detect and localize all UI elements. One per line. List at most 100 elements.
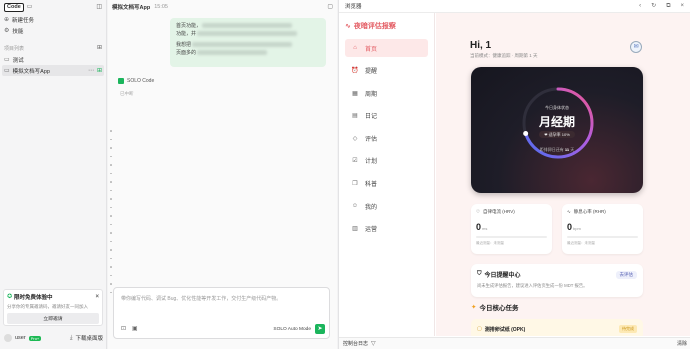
nav-item-8[interactable]: ▥ 运营 xyxy=(345,220,428,238)
avatar[interactable] xyxy=(4,334,12,342)
app-nav: ⌂ 首页 ⏰ 提醒 ▦ 周期 ▤ 日记 ◇ 评估 ☑ 计划 ❐ 科普 ☺ 我的 ▥ 运营 xyxy=(345,39,428,238)
project-name: 测试 xyxy=(12,57,24,64)
project-item[interactable]: ▭ 测试 xyxy=(0,54,106,65)
heart-icon: ♡ xyxy=(476,209,481,214)
sidebar-header: Code ▭ ◫ xyxy=(0,0,106,14)
blurred-text xyxy=(192,42,293,48)
folder-icon: ▭ xyxy=(4,67,10,74)
message-line: 功能，并 xyxy=(176,31,197,37)
blurred-text xyxy=(197,50,268,56)
projects-section-header: 项目列表 ⊞ xyxy=(0,42,106,54)
core-tasks-title: 今日核心任务 xyxy=(479,305,519,312)
pulse-icon: ∿ xyxy=(567,209,571,214)
mode-selector[interactable]: SOLO Auto Mode xyxy=(273,327,311,332)
new-task-button[interactable]: ⊕ 新建任务 xyxy=(0,14,106,25)
back-icon[interactable]: ‹ xyxy=(639,3,641,9)
calendar-icon: ▦ xyxy=(352,90,358,97)
agent-name: SOLO Code xyxy=(127,78,155,84)
rhr-unit: bpm xyxy=(573,226,581,231)
attach-icon[interactable]: ⊡ xyxy=(121,326,126,332)
chat-time: 15:05 xyxy=(154,3,168,10)
countdown-suffix: 天 xyxy=(570,147,575,152)
window-icon[interactable]: ▭ xyxy=(27,4,33,10)
console-log-tab[interactable]: 控制台日志 xyxy=(343,340,368,347)
download-desktop-link[interactable]: 下载桌面版 xyxy=(75,334,103,342)
user-bar: user Pro+ ⤓ 下载桌面版 xyxy=(0,331,107,345)
clear-console-button[interactable]: 清除 xyxy=(677,340,687,347)
reminder-center-card: ⛉ 今日提醒中心 去评估 尚未生成评估报告，建议进入评估页生成一份 MDT 报告… xyxy=(471,264,643,297)
user-name: user xyxy=(15,335,26,341)
diary-icon: ▤ xyxy=(352,113,358,120)
book-icon: ❐ xyxy=(352,181,358,188)
rhr-card[interactable]: ∿ 静息心率 (RHR) 0bpm 最近测量：未测量 xyxy=(562,204,643,254)
plus-circle-icon: ⊕ xyxy=(4,16,10,23)
hrv-title: 自律电流 (HRV) xyxy=(483,209,515,214)
app-brand: ∿ 夜暗评估报察 xyxy=(339,13,434,39)
browser-header: 浏览器 ‹ ↻ ⧉ × xyxy=(339,0,690,13)
skills-label: 技能 xyxy=(12,28,24,35)
sidebar: Code ▭ ◫ ⊕ 新建任务 ⚙ 技能 项目列表 ⊞ ▭ 测试 ▭ 模拟文档写… xyxy=(0,0,107,349)
chat-input-placeholder[interactable]: 带你编写代码、调试 Bug、优化性能等开发工作，交付生产级代码产物。 xyxy=(121,295,281,302)
scroll-dots xyxy=(110,130,112,300)
collapse-sidebar-icon[interactable]: ◫ xyxy=(96,4,102,10)
more-icon[interactable]: ⋯ xyxy=(88,68,94,74)
go-assess-button[interactable]: 去评估 xyxy=(615,270,637,279)
nav-item-7[interactable]: ☺ 我的 xyxy=(345,197,428,215)
message-line: 页面多的 xyxy=(176,50,197,56)
code-logo: Code xyxy=(4,2,24,12)
checkbox-icon[interactable]: ▢ xyxy=(477,326,482,332)
rhr-bar xyxy=(567,236,638,238)
nav-item-3[interactable]: ▤ 日记 xyxy=(345,107,428,125)
input-tools: ⊡ ▣ xyxy=(121,326,138,332)
send-button[interactable]: ➤ xyxy=(315,324,325,334)
chat-input-box[interactable]: 带你编写代码、调试 Bug、优化性能等开发工作，交付生产级代码产物。 ⊡ ▣ S… xyxy=(113,287,330,339)
filter-icon[interactable]: ▽ xyxy=(371,341,376,347)
nav-label: 我的 xyxy=(365,204,378,211)
refresh-icon[interactable]: ↻ xyxy=(651,3,656,9)
skills-icon: ⚙ xyxy=(4,27,10,34)
hrv-unit: ms xyxy=(482,226,488,231)
nav-item-5[interactable]: ☑ 计划 xyxy=(345,152,428,170)
reminder-title: 今日提醒中心 xyxy=(484,273,521,279)
nav-item-6[interactable]: ❐ 科普 xyxy=(345,175,428,193)
close-icon[interactable]: × xyxy=(680,3,684,9)
nav-item-2[interactable]: ▦ 周期 xyxy=(345,84,428,102)
chat-header: 模拟文档写App 15:05 ▢ xyxy=(108,0,337,13)
alarm-icon: ⏰ xyxy=(351,68,359,75)
brand-name: 夜暗评估报察 xyxy=(353,23,396,30)
new-chat-icon[interactable]: ⊞ xyxy=(97,68,102,74)
nav-label: 科普 xyxy=(365,182,378,189)
plan-icon: ☑ xyxy=(352,158,358,165)
add-folder-icon[interactable]: ⊞ xyxy=(97,45,102,51)
nav-label: 周期 xyxy=(365,91,378,98)
projects-section-label: 项目列表 xyxy=(4,45,25,52)
countdown-prefix: 距排卵日还有 xyxy=(539,147,564,152)
nav-label: 提醒 xyxy=(365,69,378,76)
hrv-card[interactable]: ♡ 自律电流 (HRV) 0ms 最近测量：未测量 xyxy=(471,204,552,254)
user-message: 首页功能， 功能，并 我想把 页面多的 xyxy=(170,18,326,67)
browser-panel: 浏览器 ‹ ↻ ⧉ × ∿ 夜暗评估报察 ⌂ 首页 ⏰ 提醒 ▦ 周期 ▤ 日记 ◇ 评估 ☑ 计划 ❐… xyxy=(338,0,690,349)
promo-desc: 分享你的专属邀请码，邀请好友一同加入 xyxy=(7,304,88,309)
greeting-subtitle: 当前模式：健康追踪 · 周期第 1 天 xyxy=(470,53,538,58)
rhr-value: 0 xyxy=(567,222,573,232)
panel-icon[interactable]: ▢ xyxy=(327,4,333,10)
nav-item-4[interactable]: ◇ 评估 xyxy=(345,129,428,147)
task-status-tag: 待完成 xyxy=(619,325,637,333)
task-item[interactable]: ▢ 测排卵试纸 (OPK) 待完成 xyxy=(471,319,643,336)
invite-button[interactable]: 立即邀请 xyxy=(7,313,99,324)
nav-label: 计划 xyxy=(365,159,378,166)
nav-item-0[interactable]: ⌂ 首页 xyxy=(345,39,428,57)
nav-item-1[interactable]: ⏰ 提醒 xyxy=(345,62,428,80)
notification-bell-icon[interactable]: ✉ xyxy=(630,41,642,53)
download-icon: ⤓ xyxy=(69,335,73,341)
app-viewport: ∿ 夜暗评估报察 ⌂ 首页 ⏰ 提醒 ▦ 周期 ▤ 日记 ◇ 评估 ☑ 计划 ❐ 科普 ☺ 我的 ▥ 运营 Hi,… xyxy=(339,13,690,336)
assessment-icon: ◇ xyxy=(352,135,358,142)
project-item-active[interactable]: ▭ 模拟文档写App ⋯ ⊞ xyxy=(2,65,104,76)
task-title: 测排卵试纸 (OPK) xyxy=(484,326,526,333)
close-icon[interactable]: × xyxy=(95,294,99,300)
open-external-icon[interactable]: ⧉ xyxy=(666,3,670,9)
image-icon[interactable]: ▣ xyxy=(132,326,138,332)
promo-title: 限时免费体验中 xyxy=(14,295,53,301)
shield-icon: ⛉ xyxy=(477,271,482,277)
skills-button[interactable]: ⚙ 技能 xyxy=(0,25,106,36)
